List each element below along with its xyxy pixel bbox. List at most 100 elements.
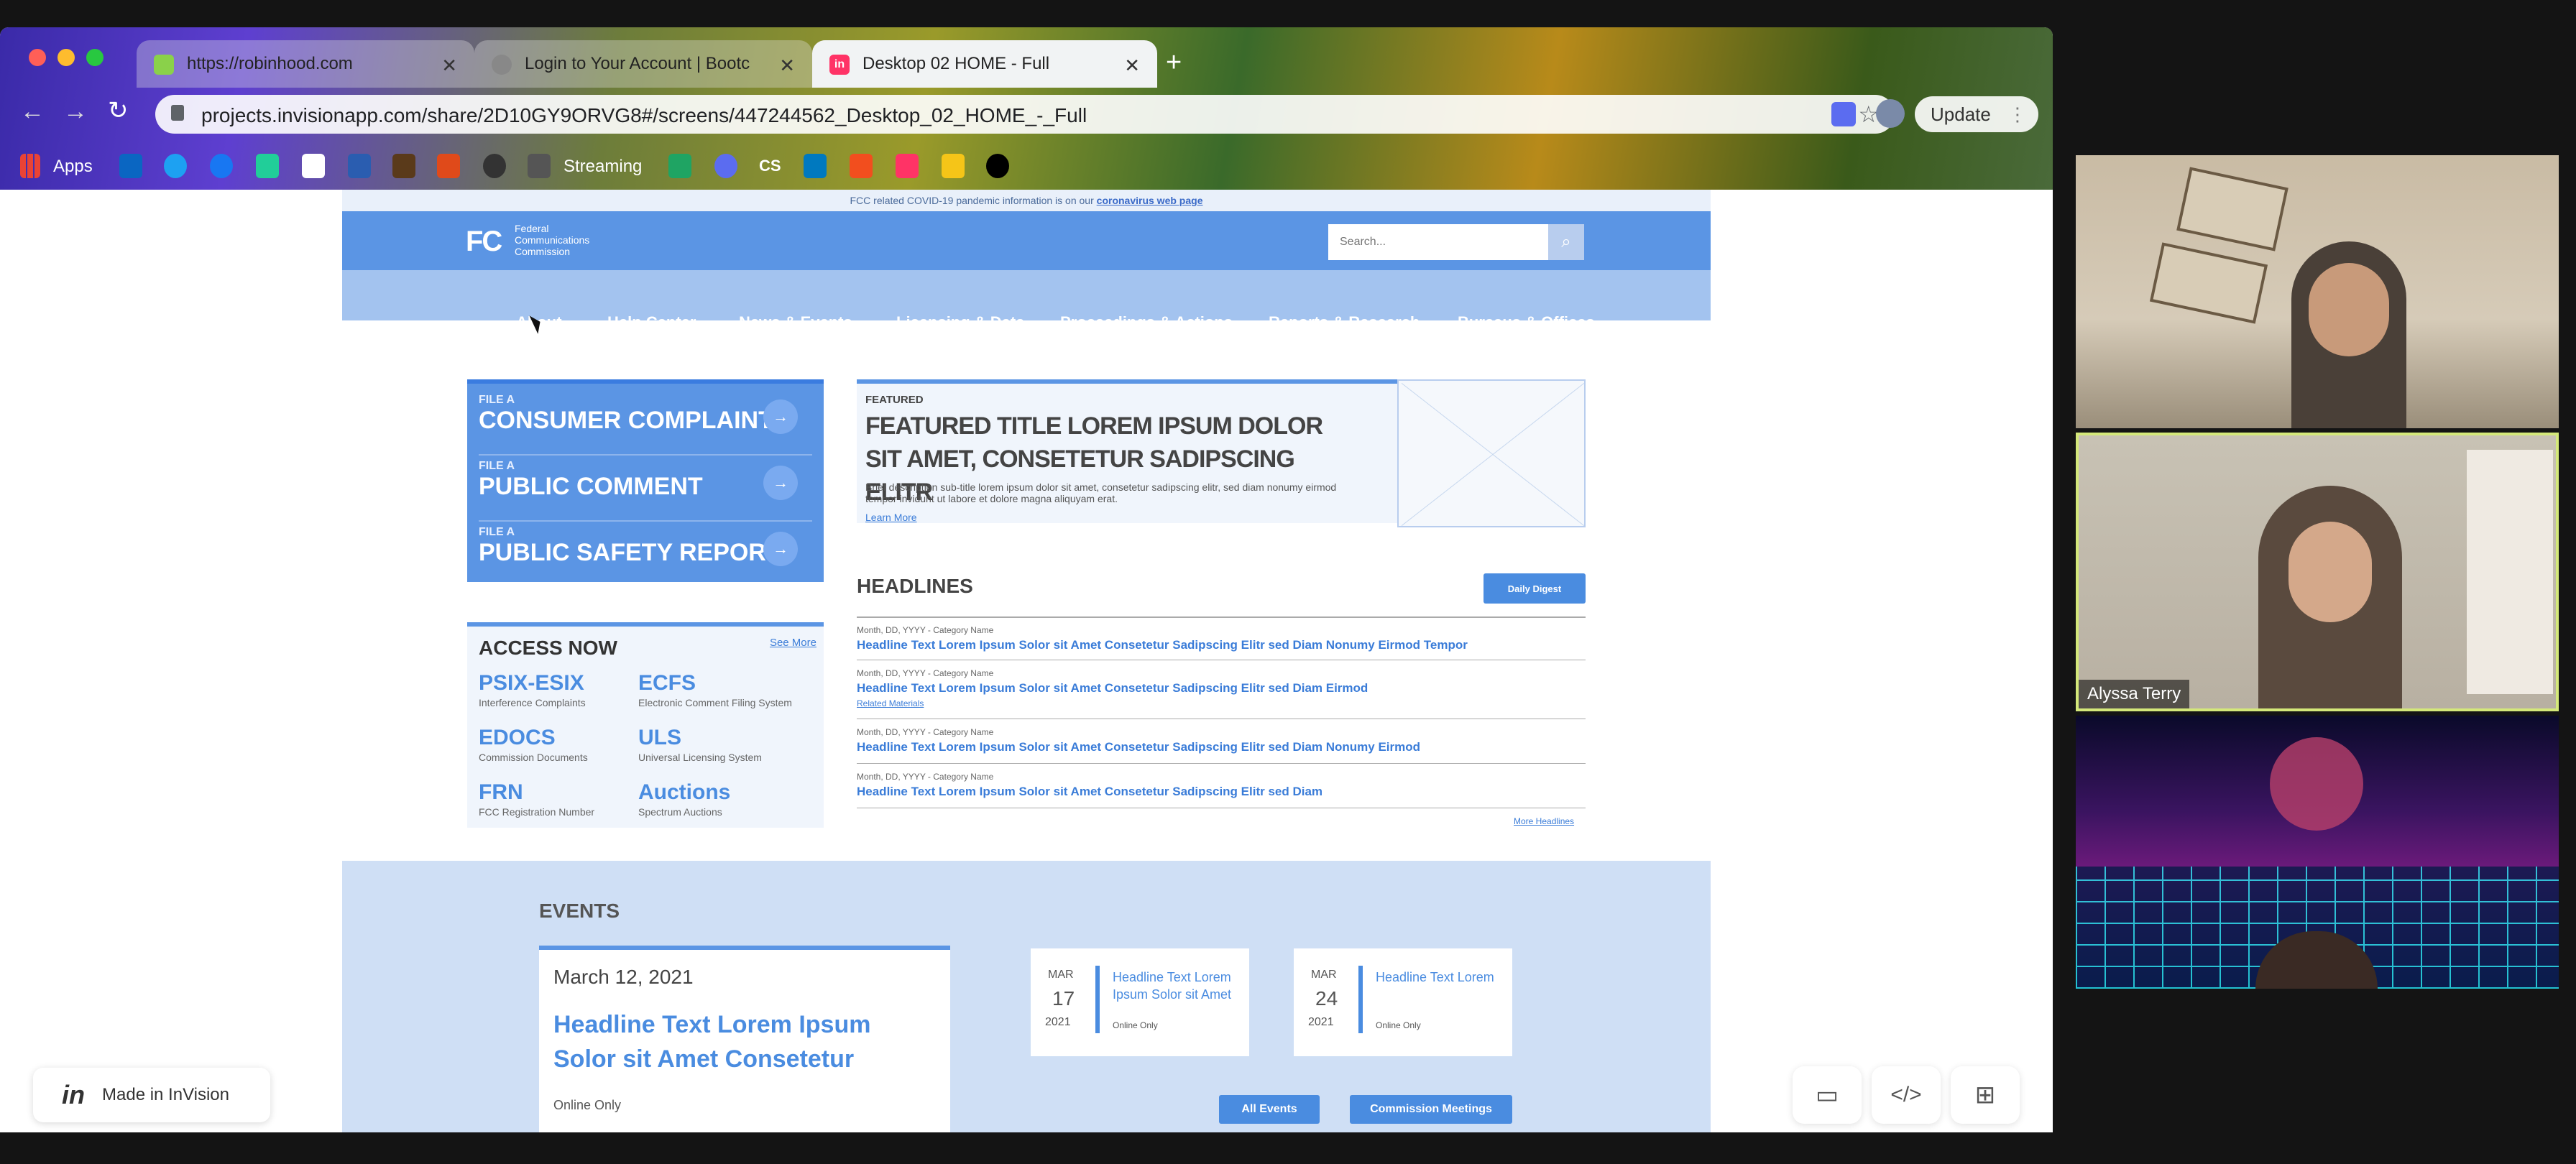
fcc-logo-mark[interactable]: FC bbox=[466, 226, 502, 258]
bookmark-icon[interactable] bbox=[348, 154, 371, 178]
event-small-card[interactable]: MAR 24 2021 Headline Text Lorem Online O… bbox=[1294, 948, 1512, 1056]
update-button[interactable]: Update ⋮ bbox=[1915, 96, 2038, 132]
wall-frame-image bbox=[2176, 167, 2288, 251]
event-small-mode: Online Only bbox=[1113, 1020, 1158, 1030]
close-window-button[interactable] bbox=[29, 49, 46, 66]
file-label: PUBLIC COMMENT bbox=[479, 473, 703, 500]
arrow-right-icon[interactable]: → bbox=[763, 466, 798, 500]
event-small-card[interactable]: MAR 17 2021 Headline Text Lorem Ipsum So… bbox=[1031, 948, 1249, 1056]
bookmark-icon[interactable] bbox=[942, 154, 965, 178]
linkedin-icon[interactable] bbox=[119, 154, 142, 178]
nav-help-center[interactable]: Help Center bbox=[607, 313, 696, 332]
address-bar[interactable]: projects.invisionapp.com/share/2D10GY9OR… bbox=[155, 95, 1895, 134]
event-main-card[interactable]: March 12, 2021 Headline Text Lorem Ipsum… bbox=[539, 946, 950, 1132]
file-public-comment[interactable]: FILE A PUBLIC COMMENT → bbox=[479, 460, 812, 522]
learn-more-link[interactable]: Learn More bbox=[865, 512, 917, 523]
figma-icon[interactable] bbox=[850, 154, 873, 178]
more-headlines-link[interactable]: More Headlines bbox=[1514, 816, 1574, 826]
close-tab-icon[interactable]: ✕ bbox=[779, 55, 795, 77]
streaming-bookmark[interactable]: Streaming bbox=[564, 157, 642, 177]
access-item-ecfs[interactable]: ECFS Electronic Comment Filing System bbox=[638, 671, 792, 708]
new-tab-icon[interactable]: + bbox=[1166, 49, 1182, 76]
nav-reports-research[interactable]: Reports & Research bbox=[1269, 313, 1420, 332]
headline-item[interactable]: Month, DD, YYYY - Category Name Headline… bbox=[857, 668, 1586, 708]
invision-bookmark-icon[interactable] bbox=[896, 154, 919, 178]
headline-title[interactable]: Headline Text Lorem Ipsum Solor sit Amet… bbox=[857, 785, 1586, 799]
bookmark-icon[interactable] bbox=[986, 154, 1009, 178]
robinhood-bookmark-icon[interactable] bbox=[256, 154, 279, 178]
access-item-auctions[interactable]: Auctions Spectrum Auctions bbox=[638, 780, 730, 818]
event-title[interactable]: Headline Text Lorem Ipsum Solor sit Amet… bbox=[553, 1007, 913, 1076]
access-item-frn[interactable]: FRN FCC Registration Number bbox=[479, 780, 594, 818]
featured-image-placeholder bbox=[1397, 379, 1586, 527]
apps-grid-icon[interactable] bbox=[20, 154, 40, 178]
access-item-edocs[interactable]: EDOCS Commission Documents bbox=[479, 726, 588, 763]
extension-icon[interactable] bbox=[1831, 102, 1856, 126]
close-tab-icon[interactable]: ✕ bbox=[441, 55, 457, 77]
bookmark-icon[interactable] bbox=[483, 154, 506, 178]
globe-favicon-icon bbox=[492, 55, 512, 75]
access-item-uls[interactable]: ULS Universal Licensing System bbox=[638, 726, 762, 763]
headline-title[interactable]: Headline Text Lorem Ipsum Solor sit Amet… bbox=[857, 638, 1586, 652]
file-consumer-complaint[interactable]: FILE A CONSUMER COMPLAINT → bbox=[479, 394, 812, 456]
file-public-safety-report[interactable]: FILE A PUBLIC SAFETY REPORT → bbox=[479, 526, 812, 581]
code-inspect-icon[interactable]: </> bbox=[1872, 1066, 1941, 1124]
close-tab-icon[interactable]: ✕ bbox=[1124, 55, 1140, 77]
made-in-invision-badge[interactable]: in Made in InVision bbox=[33, 1068, 270, 1122]
event-small-mode: Online Only bbox=[1376, 1020, 1421, 1030]
headline-item[interactable]: Month, DD, YYYY - Category Name Headline… bbox=[857, 625, 1586, 652]
site-search-input[interactable] bbox=[1328, 224, 1548, 260]
reload-icon[interactable]: ↻ bbox=[108, 96, 129, 125]
more-menu-icon[interactable]: ⋮ bbox=[2008, 103, 2027, 126]
participant-name-label: Alyssa Terry bbox=[2079, 680, 2190, 708]
event-small-title[interactable]: Headline Text Lorem Ipsum Solor sit Amet bbox=[1113, 969, 1242, 1003]
access-sub: Interference Complaints bbox=[479, 697, 586, 708]
twitter-icon[interactable] bbox=[164, 154, 187, 178]
daily-digest-button[interactable]: Daily Digest bbox=[1484, 573, 1586, 604]
bookmark-icon[interactable] bbox=[392, 154, 415, 178]
headline-title[interactable]: Headline Text Lorem Ipsum Solor sit Amet… bbox=[857, 740, 1586, 754]
apps-bookmark[interactable]: Apps bbox=[53, 157, 93, 177]
browser-window: https://robinhood.com ✕ Login to Your Ac… bbox=[0, 27, 2053, 1132]
drive-icon[interactable] bbox=[668, 154, 691, 178]
tab-login[interactable]: Login to Your Account | Bootc ✕ bbox=[474, 40, 812, 88]
amazon-icon[interactable] bbox=[302, 154, 325, 178]
see-more-link[interactable]: See More bbox=[770, 637, 816, 649]
tab-robinhood[interactable]: https://robinhood.com ✕ bbox=[137, 40, 474, 88]
back-icon[interactable]: ← bbox=[20, 98, 45, 126]
related-materials-link[interactable]: Related Materials bbox=[857, 698, 1586, 708]
nav-proceedings-actions[interactable]: Proceedings & Actions bbox=[1060, 313, 1233, 332]
featured-card[interactable]: FEATURED FEATURED TITLE LOREM IPSUM DOLO… bbox=[857, 379, 1397, 523]
tab-invision-active[interactable]: in Desktop 02 HOME - Full ✕ bbox=[812, 40, 1157, 88]
site-header: FC Federal Communications Commission ⌕ bbox=[342, 211, 1711, 270]
profile-avatar[interactable] bbox=[1876, 99, 1905, 128]
headline-title[interactable]: Headline Text Lorem Ipsum Solor sit Amet… bbox=[857, 681, 1586, 696]
maximize-window-button[interactable] bbox=[86, 49, 104, 66]
tab-title: Login to Your Account | Bootc bbox=[525, 54, 750, 73]
arrow-right-icon[interactable]: → bbox=[763, 399, 798, 434]
invision-logo-icon: in bbox=[62, 1080, 85, 1109]
screens-grid-icon[interactable]: ⊞ bbox=[1951, 1066, 2020, 1124]
comment-icon[interactable]: ▭ bbox=[1793, 1066, 1862, 1124]
forward-icon[interactable]: → bbox=[63, 98, 88, 126]
headline-meta: Month, DD, YYYY - Category Name bbox=[857, 772, 994, 782]
all-events-button[interactable]: All Events bbox=[1219, 1095, 1320, 1124]
minimize-window-button[interactable] bbox=[58, 49, 75, 66]
covid-link[interactable]: coronavirus web page bbox=[1097, 195, 1203, 206]
access-item-psix-esix[interactable]: PSIX-ESIX Interference Complaints bbox=[479, 671, 586, 708]
bookmark-icon[interactable] bbox=[437, 154, 460, 178]
headline-item[interactable]: Month, DD, YYYY - Category Name Headline… bbox=[857, 772, 1586, 799]
wall-frame-image bbox=[2149, 242, 2268, 324]
nav-news-events[interactable]: News & Events bbox=[739, 313, 852, 332]
bookmark-icon[interactable] bbox=[714, 154, 737, 178]
search-icon[interactable]: ⌕ bbox=[1548, 224, 1584, 260]
arrow-right-icon[interactable]: → bbox=[763, 532, 798, 566]
cs-bookmark[interactable]: CS bbox=[759, 157, 781, 175]
nav-licensing-data[interactable]: Licensing & Data bbox=[896, 313, 1024, 332]
headline-item[interactable]: Month, DD, YYYY - Category Name Headline… bbox=[857, 727, 1586, 754]
event-small-title[interactable]: Headline Text Lorem bbox=[1376, 969, 1505, 986]
facebook-icon[interactable] bbox=[210, 154, 233, 178]
trello-icon[interactable] bbox=[804, 154, 827, 178]
commission-meetings-button[interactable]: Commission Meetings bbox=[1350, 1095, 1512, 1124]
nav-bureaus-offices[interactable]: Bureaus & Offices bbox=[1458, 313, 1595, 332]
